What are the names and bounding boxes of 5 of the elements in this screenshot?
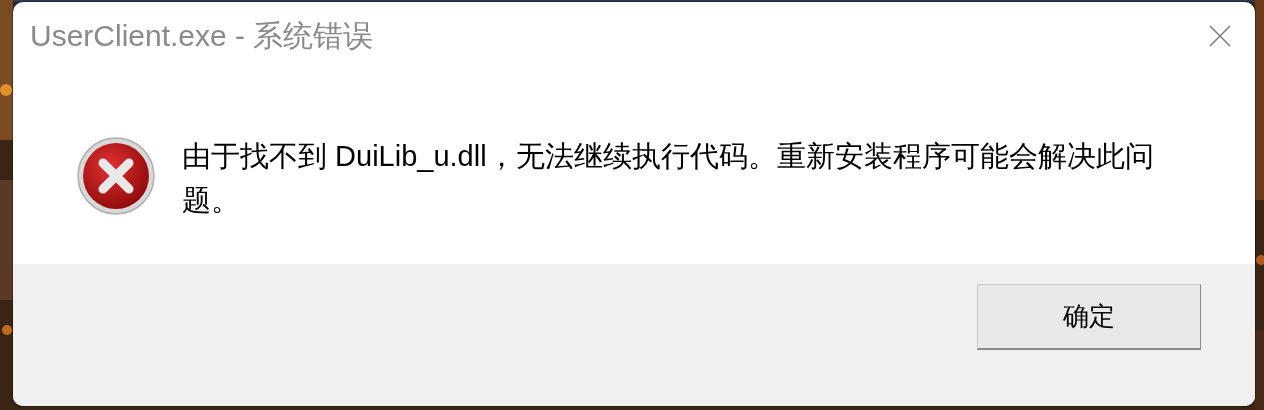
- close-icon[interactable]: [1209, 25, 1231, 47]
- error-message: 由于找不到 DuiLib_u.dll，无法继续执行代码。重新安装程序可能会解决此问题。: [182, 139, 1155, 218]
- error-icon: [76, 136, 156, 216]
- ok-button[interactable]: 确定: [977, 284, 1201, 350]
- window-title: UserClient.exe - 系统错误: [30, 17, 374, 54]
